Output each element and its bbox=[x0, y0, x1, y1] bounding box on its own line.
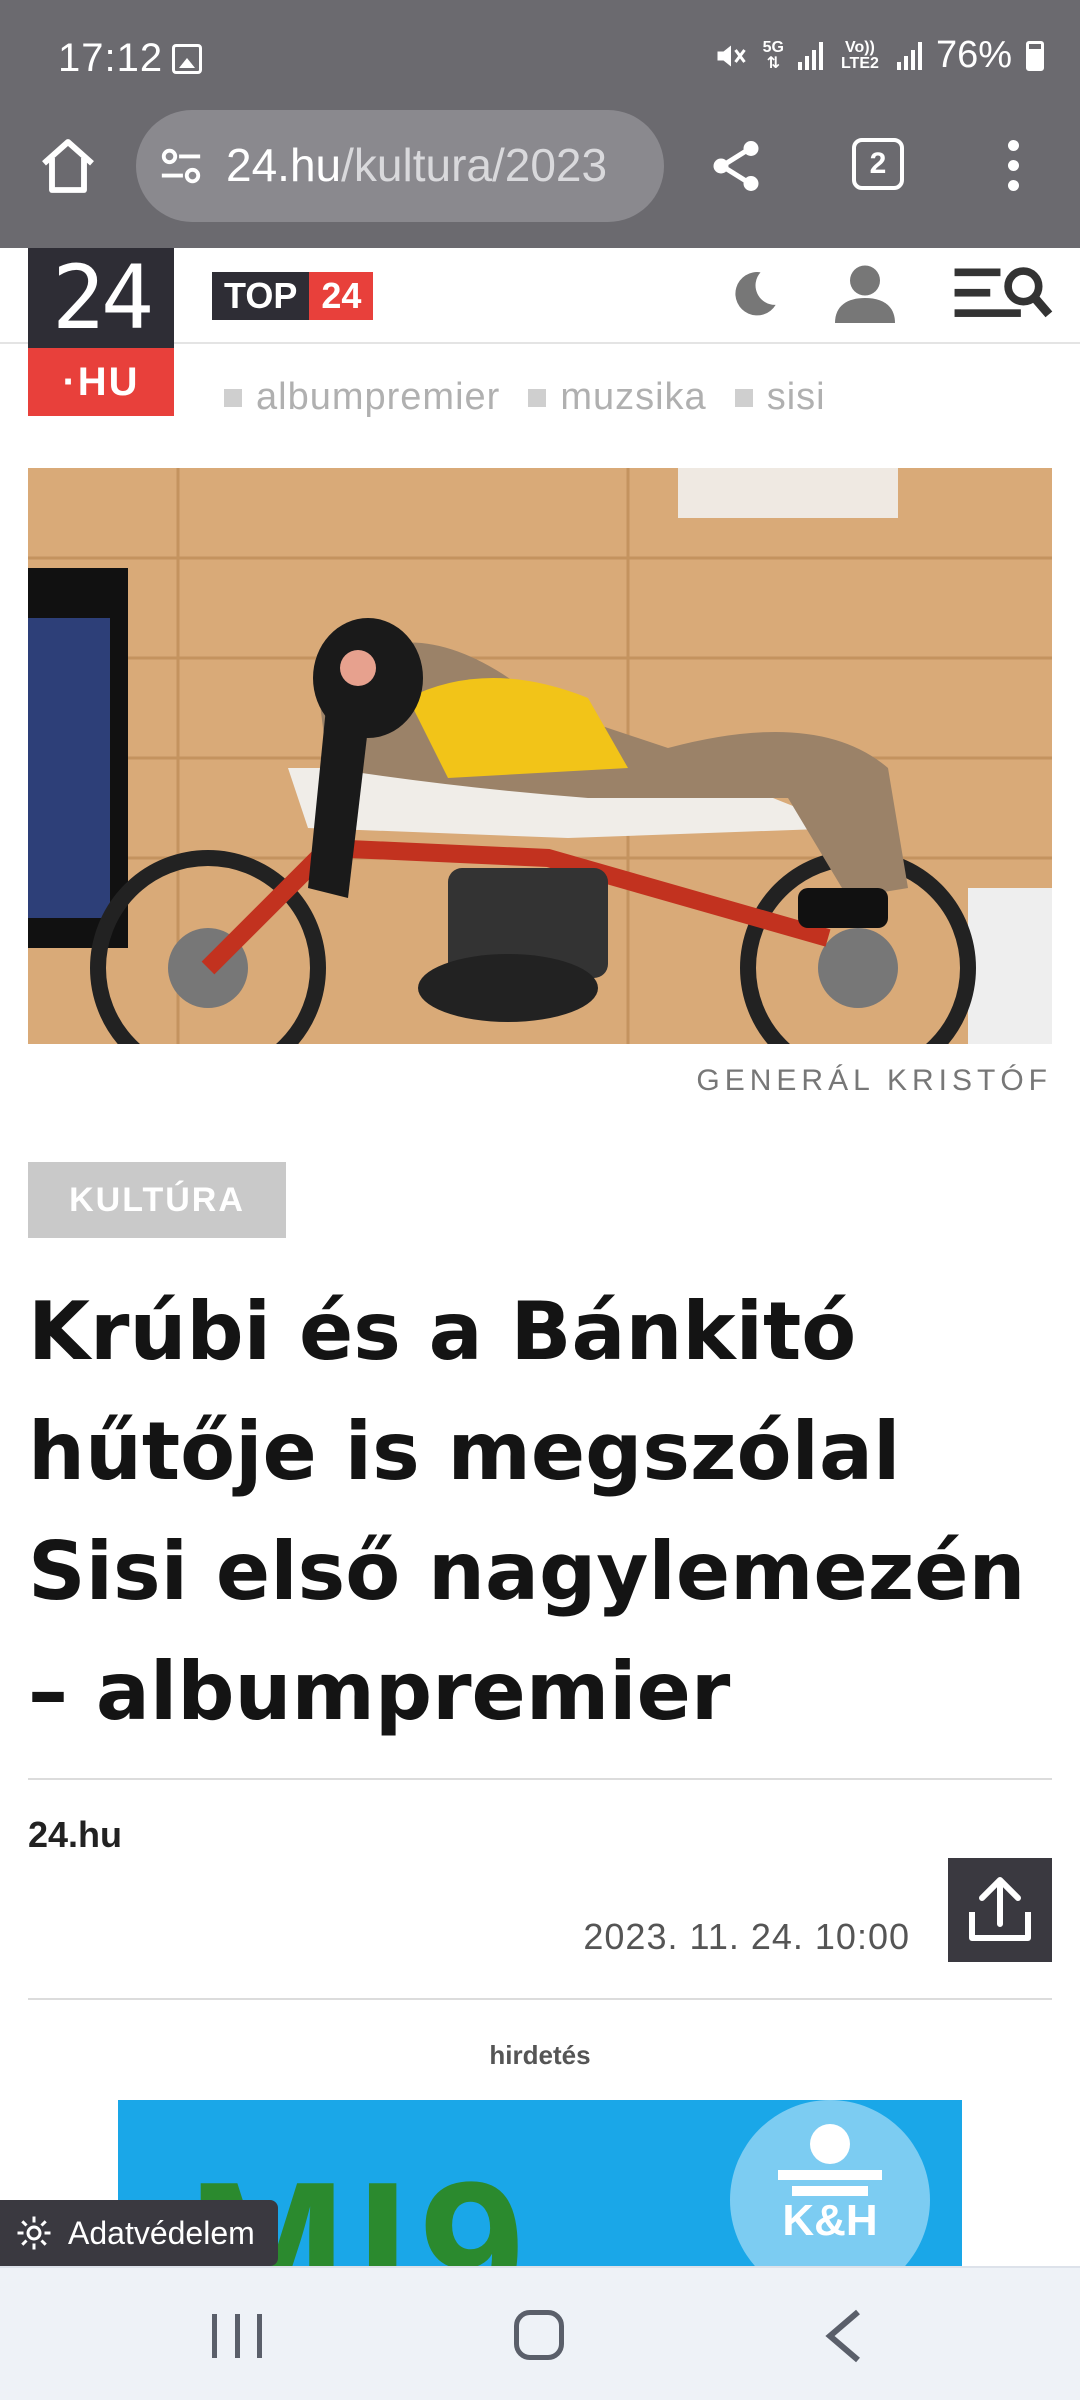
gallery-notification-icon bbox=[172, 44, 202, 74]
status-time: 17:12 bbox=[58, 36, 164, 80]
tag-link[interactable]: muzsika bbox=[528, 376, 706, 419]
lte-indicator: Vo)) LTE2 bbox=[840, 38, 879, 72]
recent-apps-button[interactable] bbox=[212, 2314, 262, 2358]
tag-link[interactable]: sisi bbox=[734, 376, 826, 419]
home-button[interactable] bbox=[514, 2310, 564, 2360]
browser-chrome: 17:12 5G ⇅ Vo)) LTE2 76% 24.hu/kultura/2… bbox=[0, 0, 1080, 248]
menu-search-icon[interactable] bbox=[952, 262, 1054, 326]
article-source[interactable]: 24.hu bbox=[28, 1814, 122, 1856]
mute-icon bbox=[717, 45, 746, 66]
url-text: 24.hu/kultura/2023 bbox=[226, 139, 608, 191]
site-logo[interactable]: 24 ·HU bbox=[28, 248, 174, 416]
user-icon[interactable] bbox=[830, 262, 900, 324]
ad-brand: K&H bbox=[782, 2196, 878, 2245]
top24-label-b: 24 bbox=[309, 272, 374, 320]
tab-switcher-button[interactable]: 2 bbox=[852, 138, 904, 190]
article-hero-image bbox=[28, 468, 1052, 1044]
ad-label: hirdetés bbox=[489, 2040, 591, 2070]
back-icon[interactable] bbox=[822, 2308, 866, 2364]
home-icon[interactable] bbox=[36, 134, 100, 198]
overflow-menu-icon[interactable] bbox=[998, 140, 1028, 196]
kh-person-icon bbox=[778, 2124, 882, 2196]
category-badge[interactable]: KULTÚRA bbox=[28, 1162, 286, 1238]
system-navigation-bar bbox=[0, 2266, 1080, 2400]
tag-link[interactable]: albumpremier bbox=[224, 376, 500, 419]
top24-link[interactable]: TOP 24 bbox=[212, 272, 374, 320]
network-type: 5G ⇅ bbox=[762, 38, 784, 72]
logo-number: 24 bbox=[28, 248, 174, 348]
divider bbox=[28, 1998, 1052, 2000]
battery-icon bbox=[1026, 40, 1044, 71]
privacy-settings-button[interactable]: Adatvédelem bbox=[0, 2200, 278, 2266]
kh-logo: K&H bbox=[730, 2100, 930, 2266]
share-article-button[interactable] bbox=[948, 1858, 1052, 1962]
privacy-label: Adatvédelem bbox=[68, 2215, 255, 2251]
share-icon[interactable] bbox=[706, 136, 766, 196]
photo-credit: GENERÁL KRISTÓF bbox=[696, 1064, 1052, 1097]
divider bbox=[28, 1778, 1052, 1780]
status-bar: 17:12 5G ⇅ Vo)) LTE2 76% bbox=[0, 0, 1080, 118]
upload-share-icon bbox=[969, 1877, 1031, 1941]
battery-percent: 76% bbox=[935, 34, 1012, 76]
top24-label-a: TOP bbox=[212, 272, 310, 320]
tag-list: albumpremier muzsika sisi bbox=[224, 376, 826, 419]
logo-domain: ·HU bbox=[28, 348, 174, 416]
gear-icon bbox=[17, 2216, 51, 2250]
url-bar: 24.hu/kultura/2023 2 bbox=[0, 110, 1080, 230]
signal-icon-2 bbox=[896, 41, 922, 70]
article-headline: Krúbi és a Bánkitó hűtője is megszólal S… bbox=[28, 1285, 1026, 1738]
address-field[interactable]: 24.hu/kultura/2023 bbox=[136, 110, 664, 222]
site-settings-icon[interactable] bbox=[158, 146, 204, 186]
signal-icon bbox=[797, 41, 823, 70]
article-date: 2023. 11. 24. 10:00 bbox=[583, 1916, 910, 1957]
dark-mode-icon[interactable] bbox=[728, 268, 780, 320]
